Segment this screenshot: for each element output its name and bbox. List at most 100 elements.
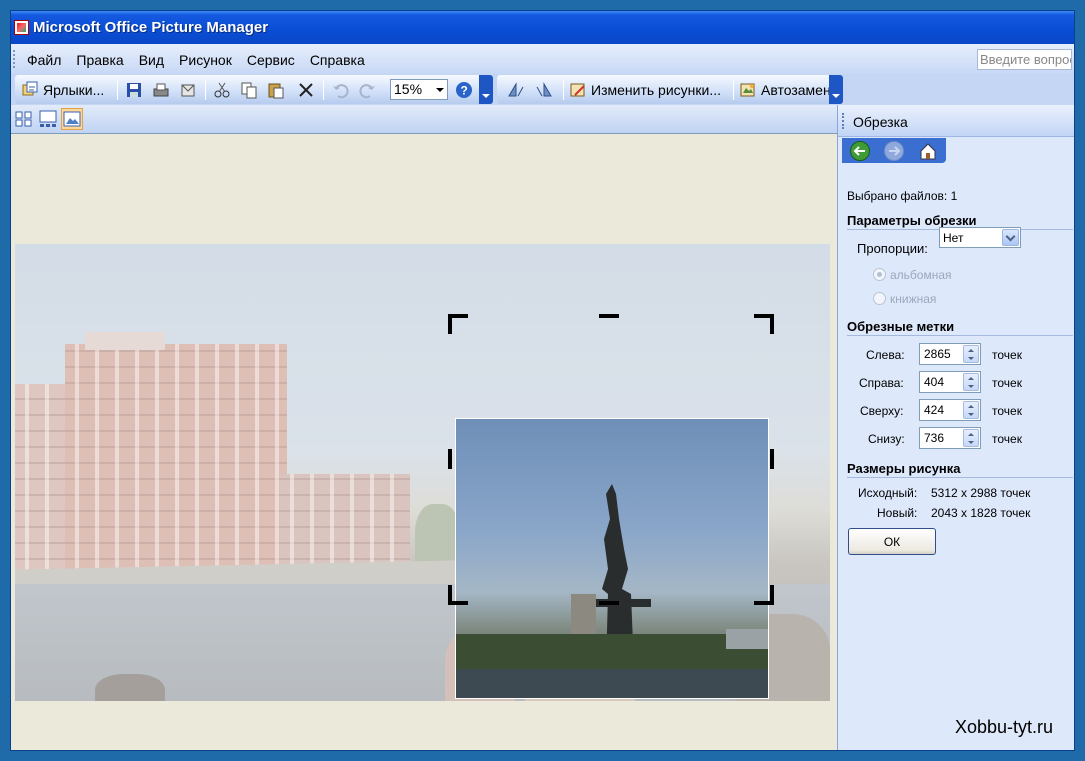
zoom-value: 15% (394, 81, 423, 97)
menu-view[interactable]: Вид (139, 52, 164, 68)
crop-selection[interactable] (455, 418, 769, 699)
spinner-icon[interactable] (963, 345, 979, 363)
right-crop-value: 404 (924, 375, 945, 389)
picture-canvas[interactable] (11, 134, 837, 750)
menu-tools[interactable]: Сервис (247, 52, 295, 68)
scissors-icon (213, 81, 231, 99)
window-title: Microsoft Office Picture Manager (33, 19, 269, 36)
toolbar-options-button[interactable] (829, 75, 843, 104)
landscape-radio[interactable] (873, 268, 886, 281)
email-icon (179, 81, 197, 99)
watermark: Xobbu-tyt.ru (955, 717, 1054, 737)
menu-picture[interactable]: Рисунок (179, 52, 232, 68)
left-unit: точек (992, 348, 1022, 362)
standard-toolbar: Ярлыки... 15% ? (15, 75, 493, 104)
thumbnails-icon (15, 111, 32, 127)
bottom-crop-value: 736 (924, 431, 945, 445)
top-unit: точек (992, 404, 1022, 418)
menu-edit[interactable]: Правка (76, 52, 123, 68)
left-crop-value: 2865 (924, 347, 951, 361)
shortcuts-label: Ярлыки... (43, 82, 105, 98)
print-button[interactable] (152, 79, 170, 101)
new-size-label: Новый: (877, 506, 918, 520)
task-pane-nav (842, 138, 946, 163)
cut-button[interactable] (213, 79, 231, 101)
right-crop-input[interactable]: 404 (919, 371, 981, 393)
original-size-label: Исходный: (858, 486, 918, 500)
toolbar-options-button[interactable] (479, 75, 493, 104)
crop-handle-top[interactable] (599, 314, 619, 318)
left-label: Слева: (866, 348, 905, 362)
filmstrip-view-button[interactable] (37, 108, 59, 130)
copy-icon (240, 81, 258, 99)
picture-size-header: Размеры рисунка (847, 461, 1073, 478)
bottom-crop-input[interactable]: 736 (919, 427, 981, 449)
toolbar-separator (563, 80, 564, 100)
task-pane-title: Обрезка (853, 114, 908, 130)
save-button[interactable] (125, 79, 143, 101)
copy-button[interactable] (240, 79, 258, 101)
crop-handle-bottom-right[interactable] (770, 585, 774, 605)
portrait-label: книжная (890, 292, 937, 306)
spinner-icon[interactable] (963, 401, 979, 419)
svg-text:?: ? (461, 84, 468, 98)
rotate-left-icon (507, 81, 525, 99)
proportions-value: Нет (943, 231, 964, 245)
chevron-down-icon[interactable] (1002, 229, 1019, 246)
undo-icon (331, 81, 349, 99)
crop-handle-left[interactable] (448, 449, 452, 469)
toolbar-separator (733, 80, 734, 100)
autocorrect-button[interactable]: Автозамена (739, 79, 839, 101)
spinner-icon[interactable] (963, 373, 979, 391)
ok-button[interactable]: ОК (848, 528, 936, 555)
forward-icon[interactable] (884, 141, 904, 161)
crop-handle-bottom[interactable] (599, 601, 619, 605)
autocorrect-icon (739, 81, 757, 99)
top-crop-input[interactable]: 424 (919, 399, 981, 421)
mail-button[interactable] (179, 79, 197, 101)
proportions-select[interactable]: Нет (939, 227, 1021, 248)
bottom-unit: точек (992, 432, 1022, 446)
paste-button[interactable] (267, 79, 285, 101)
single-picture-icon (63, 111, 81, 127)
crop-handle-top-left[interactable] (448, 314, 452, 334)
left-crop-input[interactable]: 2865 (919, 343, 981, 365)
photo-preview (15, 244, 830, 701)
filmstrip-icon (39, 110, 57, 127)
thumbnail-view-button[interactable] (13, 108, 35, 130)
save-icon (125, 81, 143, 99)
picture-manager-icon (14, 20, 29, 35)
delete-button[interactable] (297, 79, 315, 101)
autocorrect-label: Автозамена (761, 82, 839, 98)
crop-handle-right[interactable] (770, 449, 774, 469)
proportions-label: Пропорции: (857, 241, 928, 256)
chevron-down-icon[interactable] (433, 80, 447, 99)
redo-button[interactable] (359, 79, 377, 101)
delete-x-icon (297, 81, 315, 99)
task-pane-grip[interactable] (842, 113, 844, 129)
home-icon[interactable] (918, 141, 938, 161)
undo-button[interactable] (331, 79, 349, 101)
back-icon[interactable] (850, 141, 870, 161)
menu-grip[interactable] (13, 50, 16, 68)
rotate-right-button[interactable] (535, 79, 553, 101)
zoom-select[interactable]: 15% (390, 79, 448, 100)
title-bar: Microsoft Office Picture Manager (11, 11, 1074, 44)
single-picture-view-button[interactable] (61, 108, 83, 130)
help-search-input[interactable]: Введите вопрос (977, 49, 1072, 70)
crop-handle-top-right[interactable] (770, 314, 774, 334)
edit-pictures-button[interactable]: Изменить рисунки... (569, 79, 721, 101)
menu-help[interactable]: Справка (310, 52, 365, 68)
edit-picture-icon (569, 81, 587, 99)
menu-file[interactable]: Файл (27, 52, 61, 68)
crop-marks-header: Обрезные метки (847, 319, 1073, 336)
paste-icon (267, 81, 285, 99)
help-button[interactable]: ? (455, 79, 473, 101)
rotate-left-button[interactable] (507, 79, 525, 101)
spinner-icon[interactable] (963, 429, 979, 447)
rotate-right-icon (535, 81, 553, 99)
toolbar-separator (117, 80, 118, 100)
crop-handle-bottom-left[interactable] (448, 585, 452, 605)
portrait-radio[interactable] (873, 292, 886, 305)
shortcuts-button[interactable]: Ярлыки... (21, 79, 104, 101)
